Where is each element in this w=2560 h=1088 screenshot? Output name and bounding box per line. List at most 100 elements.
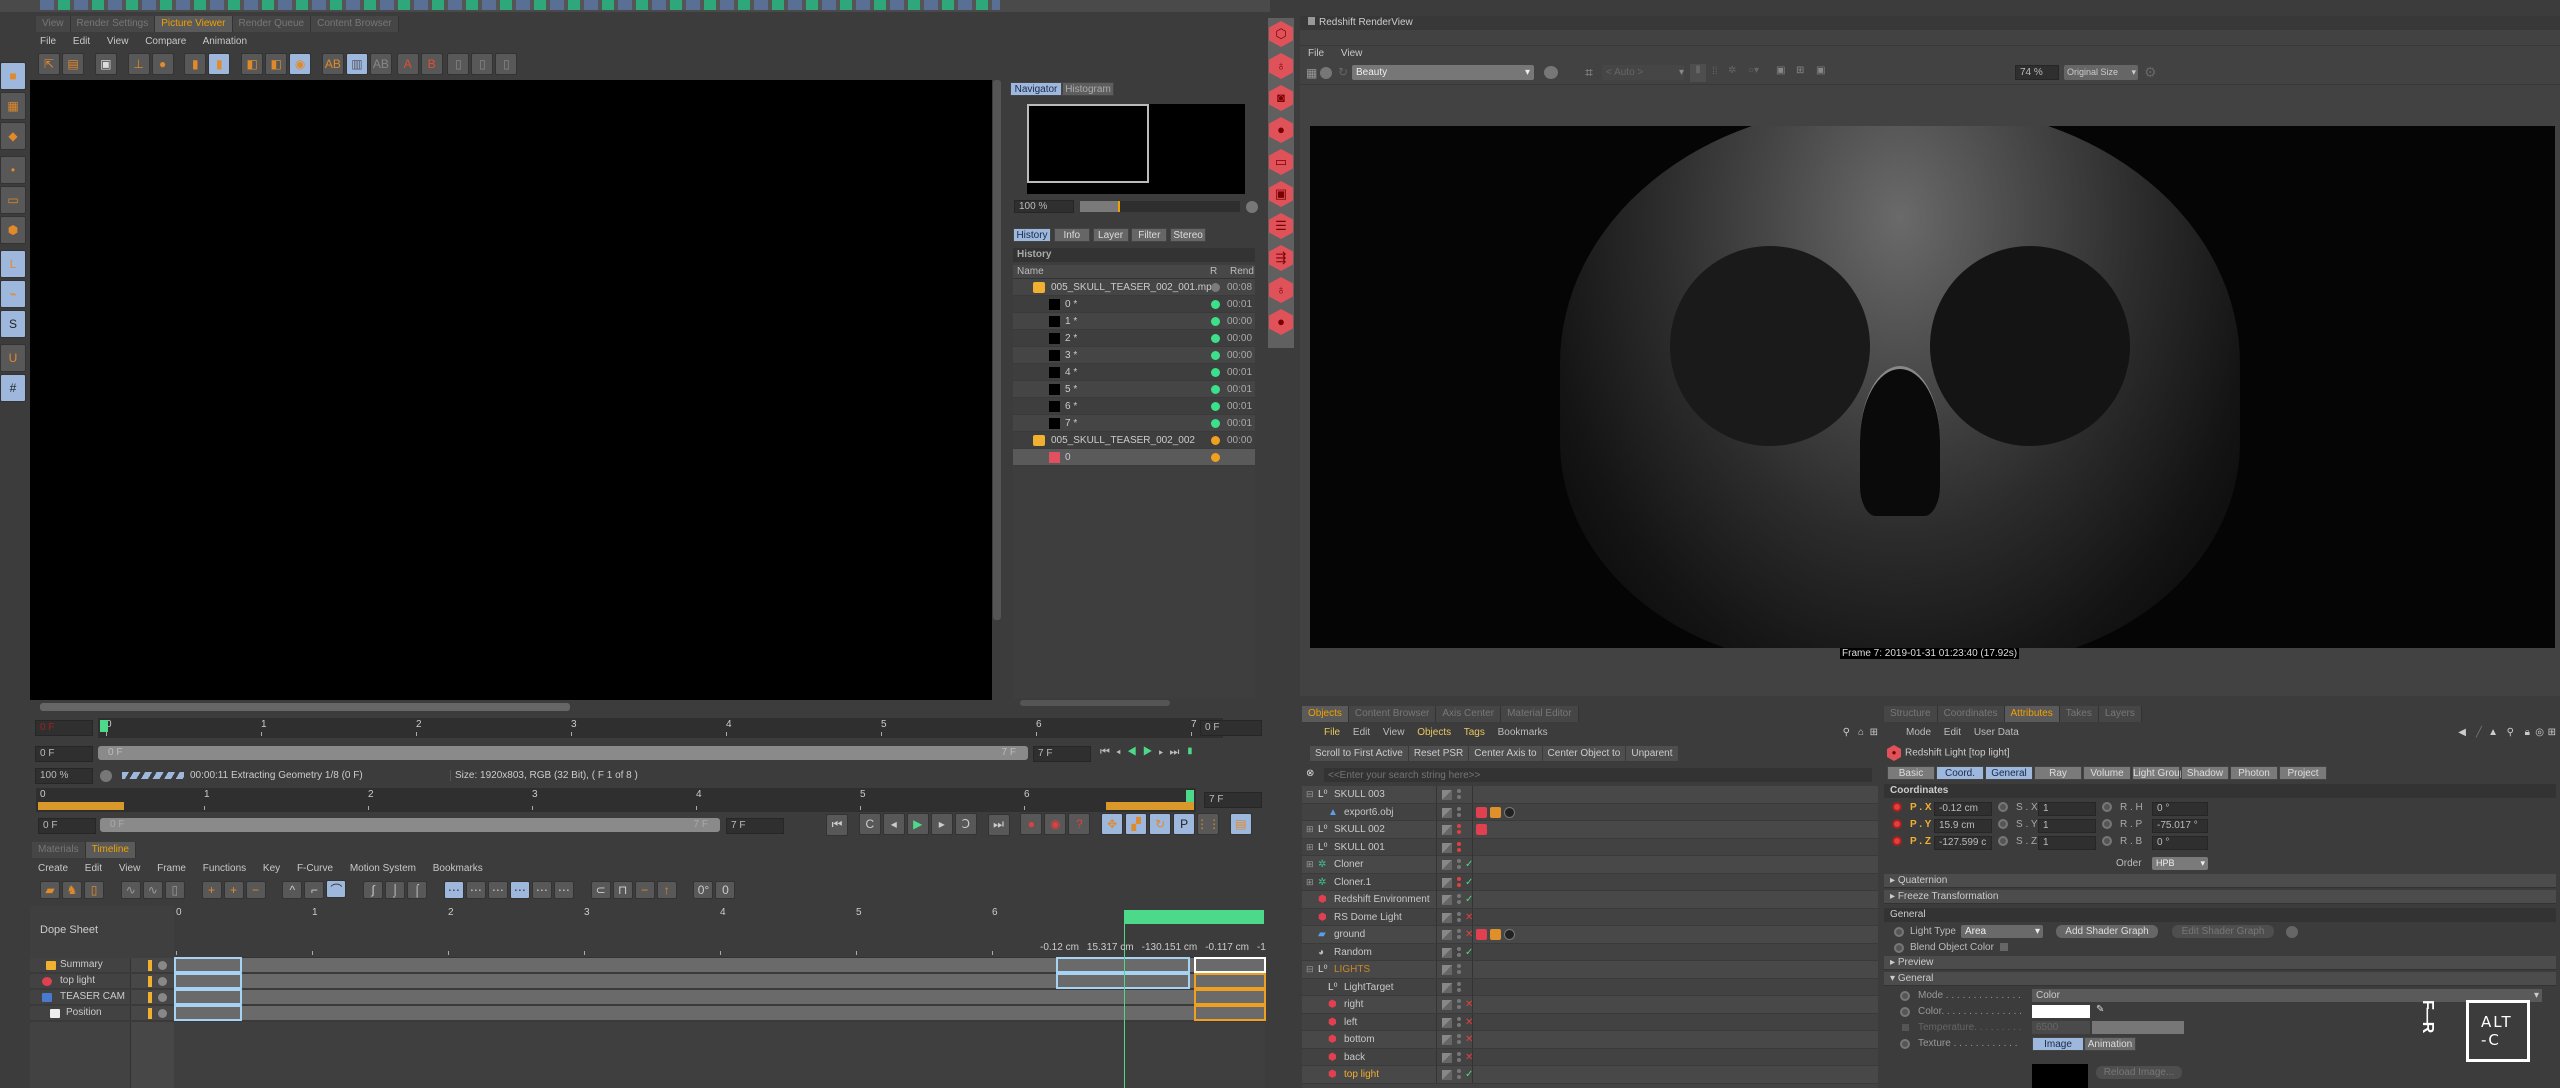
rv-aov-select[interactable]: Beauty ▾ bbox=[1352, 65, 1534, 80]
rs-light-icon[interactable]: ♁ bbox=[1269, 53, 1293, 79]
layer-icon[interactable] bbox=[1442, 1070, 1452, 1080]
om-menu-tags[interactable]: Tags bbox=[1464, 727, 1485, 738]
tl-menu-functions[interactable]: Functions bbox=[203, 863, 246, 874]
tangent-icon-1[interactable]: ⋯ bbox=[443, 880, 464, 899]
renderview-image[interactable] bbox=[1310, 126, 2555, 648]
rv-color-icon[interactable] bbox=[1544, 66, 1558, 79]
object-name[interactable]: export6.obj bbox=[1344, 804, 1393, 821]
record-pla-icon[interactable]: ⋮⋮ bbox=[1196, 813, 1220, 835]
picture-viewer-canvas[interactable] bbox=[30, 80, 992, 700]
prop-tab-volume[interactable]: Volume bbox=[2083, 766, 2131, 780]
pv-menu-file[interactable]: File bbox=[40, 36, 56, 47]
object-name[interactable]: Cloner bbox=[1334, 856, 1363, 873]
tl-menu-motion-system[interactable]: Motion System bbox=[350, 863, 416, 874]
track-solo-dot[interactable] bbox=[158, 1009, 167, 1018]
record-scale-icon[interactable]: ▞ bbox=[1125, 813, 1148, 835]
edges-mode-icon[interactable]: ▭ bbox=[0, 186, 26, 214]
ease-out-icon[interactable]: ⌠ bbox=[407, 880, 428, 899]
shader-graph-more-icon[interactable] bbox=[2286, 926, 2298, 938]
s-value-field[interactable]: 1 bbox=[2038, 802, 2096, 816]
layer-icon[interactable] bbox=[1442, 1000, 1452, 1010]
add-key-icon[interactable]: + bbox=[201, 880, 222, 899]
action-reset-psr[interactable]: Reset PSR bbox=[1409, 746, 1470, 761]
tl-menu-frame[interactable]: Frame bbox=[157, 863, 186, 874]
col-render[interactable]: Rend bbox=[1230, 265, 1254, 279]
tab-render-queue[interactable]: Render Queue bbox=[232, 16, 312, 32]
r-anim-radio[interactable] bbox=[2102, 802, 2112, 812]
om-expand-icon[interactable]: ⊞ bbox=[1870, 726, 1878, 740]
tab-navigator[interactable]: Navigator bbox=[1010, 82, 1062, 96]
tab-render-settings[interactable]: Render Settings bbox=[70, 16, 156, 32]
object-row[interactable]: L⁰ LightTarget bbox=[1302, 978, 1878, 996]
object-row[interactable]: ⊞ ✲ Cloner ✓ bbox=[1302, 856, 1878, 874]
blend-object-color-checkbox[interactable] bbox=[2000, 943, 2008, 951]
track-flag-icon[interactable] bbox=[148, 960, 152, 971]
pv-range-start-field[interactable]: 0 F bbox=[35, 746, 93, 762]
layer-icon[interactable] bbox=[1442, 895, 1452, 905]
attr-expand-icon[interactable]: ⊞ bbox=[2548, 726, 2556, 740]
record-parameter-icon[interactable]: P bbox=[1173, 813, 1196, 835]
om-menu-file[interactable]: File bbox=[1324, 727, 1340, 738]
main-end-field[interactable]: 7 F bbox=[726, 818, 784, 834]
object-name[interactable]: right bbox=[1344, 996, 1363, 1013]
fcurve-mode-icon[interactable]: ♞ bbox=[62, 880, 82, 899]
keyframe-block-selected[interactable] bbox=[1194, 973, 1266, 989]
pv-horizontal-scrollbar[interactable] bbox=[40, 703, 570, 711]
rv-crop-select[interactable]: < Auto > ▾ bbox=[1602, 65, 1684, 80]
track-flag-icon[interactable] bbox=[148, 976, 152, 987]
keyframe-block-selected[interactable] bbox=[1194, 1005, 1266, 1021]
p-value-field[interactable]: -127.599 c bbox=[1934, 836, 1992, 850]
tl-menu-fcurve[interactable]: F-Curve bbox=[297, 863, 333, 874]
attr-back-icon[interactable]: ◀ bbox=[2458, 726, 2466, 740]
motion-mode-icon[interactable]: ▯ bbox=[84, 880, 104, 899]
visibility-dots[interactable] bbox=[1457, 929, 1461, 933]
p-value-field[interactable]: 15.9 cm bbox=[1934, 819, 1992, 833]
object-row[interactable]: ⊟ L⁰ LIGHTS bbox=[1302, 961, 1878, 979]
visibility-dots[interactable] bbox=[1457, 964, 1461, 968]
prop-tab-light-group[interactable]: Light Group bbox=[2132, 766, 2185, 780]
next-frame-icon[interactable]: ▸ bbox=[930, 813, 953, 835]
layer-icon[interactable] bbox=[1442, 982, 1452, 993]
visibility-dots[interactable] bbox=[1457, 789, 1461, 793]
prop-tab-ray[interactable]: Ray bbox=[2034, 766, 2082, 780]
p-anim-radio[interactable] bbox=[1892, 819, 1902, 829]
preview-range-bar-end[interactable] bbox=[1106, 802, 1194, 810]
copy-icon[interactable]: ▮ bbox=[184, 53, 207, 75]
tangent-icon-4[interactable]: ⋯ bbox=[509, 880, 530, 899]
add-keys-icon[interactable]: + bbox=[223, 880, 244, 899]
texture-anim-radio[interactable] bbox=[1900, 1039, 1910, 1049]
tl-menu-key[interactable]: Key bbox=[263, 863, 280, 874]
tl-menu-view[interactable]: View bbox=[119, 863, 141, 874]
order-select[interactable]: HPB ▾ bbox=[2152, 857, 2208, 870]
main-start-field[interactable]: 0 F bbox=[38, 818, 96, 834]
ab-split-icon[interactable]: ▥ bbox=[345, 53, 368, 75]
expand-toggle-icon[interactable]: ⊞ bbox=[1306, 821, 1314, 838]
zero-angle-icon[interactable]: 0° bbox=[693, 880, 714, 899]
pv-menu-view[interactable]: View bbox=[107, 36, 129, 47]
tweak-icon[interactable]: ⌁ bbox=[0, 280, 26, 308]
main-current-field[interactable]: 7 F bbox=[1204, 792, 1262, 808]
lock-icon-2[interactable]: ⊓ bbox=[612, 880, 633, 899]
expand-toggle-icon[interactable]: ⊞ bbox=[1306, 874, 1314, 891]
phong-tag-icon[interactable] bbox=[1490, 929, 1501, 940]
col-r[interactable]: R bbox=[1210, 265, 1217, 279]
rv-play-icon[interactable] bbox=[1320, 67, 1332, 79]
objects-search-input[interactable] bbox=[1324, 768, 1872, 782]
rs-camera-icon[interactable]: ◙ bbox=[1269, 85, 1293, 111]
rv-compare-icon[interactable]: ▣ bbox=[1816, 65, 1825, 76]
rv-crop-icon[interactable]: ⌗ bbox=[1585, 64, 1593, 81]
compare-icon-3[interactable]: ▯ bbox=[495, 53, 518, 75]
keyframe-block-selected[interactable] bbox=[1194, 957, 1266, 973]
layer-icon[interactable] bbox=[1442, 860, 1452, 870]
action-center-object[interactable]: Center Object to bbox=[1543, 746, 1627, 761]
object-row[interactable]: ⊞ ✲ Cloner.1 ✓ bbox=[1302, 873, 1878, 891]
track-flag-icon[interactable] bbox=[148, 992, 152, 1003]
edit-shader-graph-button[interactable]: Edit Shader Graph bbox=[2172, 925, 2274, 938]
expand-toggle-icon[interactable]: ⊞ bbox=[1306, 839, 1314, 856]
layer-icon[interactable] bbox=[1442, 965, 1452, 975]
snap-icon[interactable]: S bbox=[0, 310, 26, 338]
texture-tab-animation[interactable]: Animation bbox=[2084, 1037, 2136, 1051]
light-type-anim-radio[interactable] bbox=[1894, 927, 1904, 937]
tab-filter[interactable]: Filter bbox=[1131, 228, 1168, 242]
object-name[interactable]: ground bbox=[1334, 926, 1365, 943]
